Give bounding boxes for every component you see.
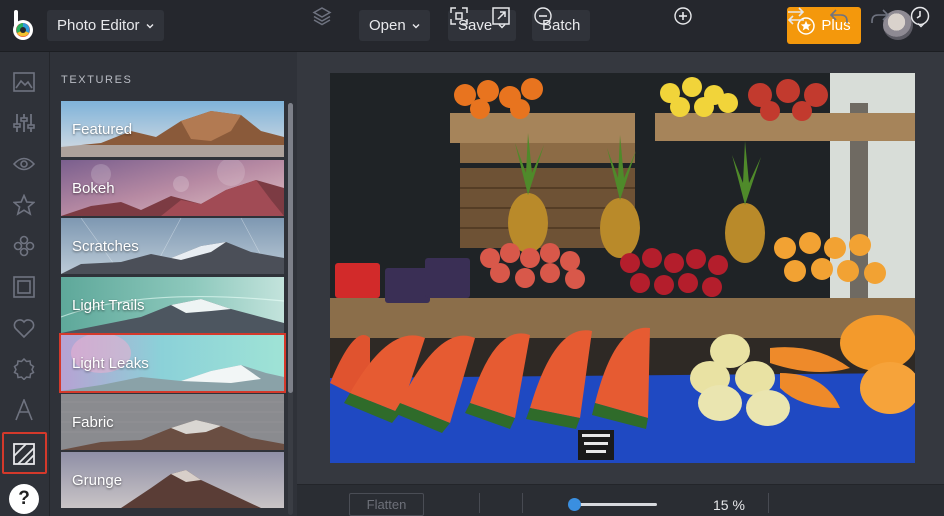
texture-item-scratches[interactable]: Scratches	[61, 218, 284, 274]
texture-label: Light Leaks	[72, 355, 149, 372]
chevron-down-icon	[146, 23, 154, 28]
textures-icon[interactable]	[12, 442, 36, 466]
frame-icon[interactable]	[12, 275, 36, 299]
open-button[interactable]: Open	[359, 10, 430, 41]
zoom-slider-track[interactable]	[569, 503, 657, 506]
photo-canvas[interactable]	[330, 73, 915, 463]
expand-icon[interactable]	[491, 6, 511, 26]
swap-icon[interactable]	[785, 6, 807, 26]
fit-screen-icon[interactable]	[449, 6, 469, 26]
zoom-value: 15 %	[713, 497, 745, 513]
texture-item-light-trails[interactable]: Light Trails	[61, 277, 284, 333]
mode-dropdown[interactable]: Photo Editor	[47, 10, 164, 41]
layers-icon[interactable]	[311, 6, 333, 26]
texture-label: Grunge	[72, 472, 123, 489]
flatten-button[interactable]: Flatten	[349, 493, 424, 516]
panel-scrollbar-thumb[interactable]	[288, 103, 293, 393]
open-label: Open	[369, 17, 406, 34]
undo-icon[interactable]	[828, 6, 850, 26]
redo-icon[interactable]	[869, 6, 891, 26]
image-icon[interactable]	[12, 70, 36, 94]
divider	[522, 493, 523, 513]
texture-label: Bokeh	[72, 180, 115, 197]
eye-icon[interactable]	[12, 152, 36, 176]
heart-icon[interactable]	[12, 316, 36, 340]
texture-item-fabric[interactable]: Fabric	[61, 394, 284, 450]
help-button[interactable]: ?	[9, 484, 39, 514]
divider	[479, 493, 480, 513]
zoom-in-icon[interactable]	[673, 6, 693, 26]
shapes-icon[interactable]	[12, 234, 36, 258]
texture-item-featured[interactable]: Featured	[61, 101, 284, 157]
texture-item-grunge[interactable]: Grunge	[61, 452, 284, 508]
panel-title: TEXTURES	[61, 74, 133, 86]
sliders-icon[interactable]	[12, 111, 36, 135]
texture-label: Featured	[72, 121, 133, 138]
badge-icon[interactable]	[12, 357, 36, 381]
fruit-stand-photo	[330, 73, 915, 463]
chevron-down-icon	[412, 23, 420, 28]
texture-label: Light Trails	[72, 297, 145, 314]
history-icon[interactable]	[909, 6, 931, 26]
texture-item-light-leaks[interactable]: Light Leaks	[59, 333, 286, 393]
star-icon[interactable]	[12, 193, 36, 217]
app-logo[interactable]	[8, 8, 40, 44]
help-label: ?	[18, 488, 30, 509]
flatten-label: Flatten	[366, 497, 407, 512]
texture-label: Fabric	[72, 414, 114, 431]
divider	[768, 493, 769, 513]
text-icon[interactable]	[12, 398, 36, 422]
zoom-out-icon[interactable]	[533, 6, 553, 26]
tool-rail: ?	[0, 52, 50, 516]
zoom-slider-handle[interactable]	[568, 498, 581, 511]
texture-label: Scratches	[72, 238, 139, 255]
mode-label: Photo Editor	[57, 17, 140, 34]
texture-item-bokeh[interactable]: Bokeh	[61, 160, 284, 216]
